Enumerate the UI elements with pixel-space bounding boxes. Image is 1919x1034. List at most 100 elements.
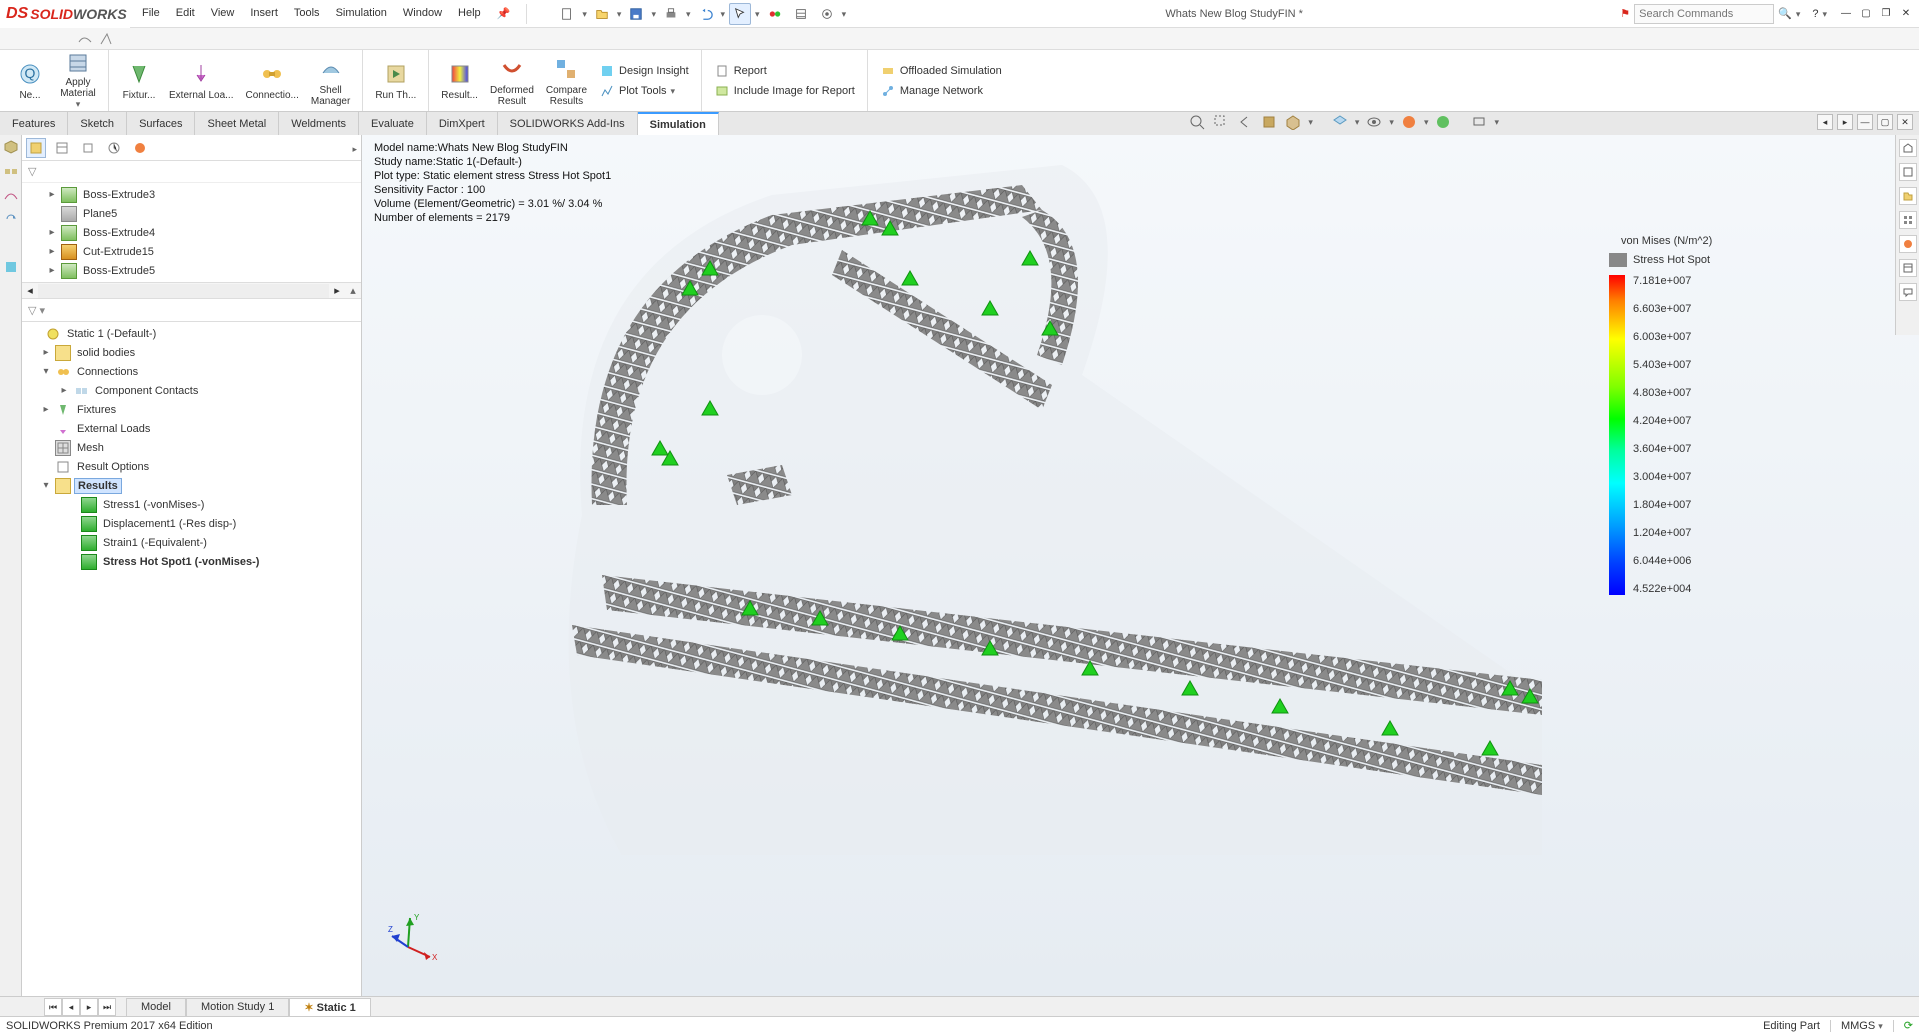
- tab-nav-last-icon[interactable]: ⏭: [98, 998, 116, 1016]
- plot-strain1[interactable]: Strain1 (-Equivalent-): [22, 533, 361, 552]
- hide-show-drop[interactable]: [1389, 116, 1394, 128]
- appearance-icon[interactable]: [1400, 113, 1418, 131]
- print-button[interactable]: [660, 3, 682, 25]
- help-dropdown[interactable]: [1822, 8, 1827, 20]
- bottom-tab-motion-study[interactable]: Motion Study 1: [186, 998, 289, 1016]
- tab-sketch[interactable]: Sketch: [68, 112, 127, 135]
- status-units[interactable]: MMGS: [1841, 1020, 1883, 1032]
- select-dropdown[interactable]: [755, 8, 760, 20]
- menu-simulation[interactable]: Simulation: [336, 7, 387, 20]
- study-result-options[interactable]: Result Options: [22, 457, 361, 476]
- lv-curve-icon[interactable]: [3, 187, 19, 203]
- new-dropdown[interactable]: [582, 8, 587, 20]
- open-dropdown[interactable]: [617, 8, 622, 20]
- fm-horizontal-scroll[interactable]: ◂ ▸ ▴: [22, 282, 361, 298]
- taskpane-custom-props-icon[interactable]: [1899, 259, 1917, 277]
- graphics-viewport[interactable]: Model name:Whats New Blog StudyFIN Study…: [362, 135, 1919, 996]
- view-settings-icon[interactable]: [1470, 113, 1488, 131]
- fm-tab-property-icon[interactable]: [52, 138, 72, 158]
- search-dropdown[interactable]: [1796, 8, 1801, 20]
- run-study-button[interactable]: Run Th...: [369, 52, 422, 109]
- study-mesh[interactable]: Mesh: [22, 438, 361, 457]
- scroll-up-icon[interactable]: ▴: [345, 284, 361, 297]
- select-button[interactable]: [729, 3, 751, 25]
- study-filter-icon[interactable]: ▽ ▾: [28, 304, 45, 317]
- tab-simulation[interactable]: Simulation: [638, 112, 719, 135]
- tab-nav-first-icon[interactable]: ⏮: [44, 998, 62, 1016]
- fm-tab-tree-icon[interactable]: [26, 138, 46, 158]
- apply-material-button[interactable]: Apply Material: [54, 52, 102, 109]
- restore-button[interactable]: ▢: [1857, 5, 1875, 23]
- bottom-tab-model[interactable]: Model: [126, 998, 186, 1016]
- view-orientation-icon[interactable]: [1284, 113, 1302, 131]
- search-flag-icon[interactable]: ⚑: [1620, 7, 1630, 20]
- tree-item[interactable]: ▸Boss-Extrude4: [22, 223, 361, 242]
- taskpane-design-library-icon[interactable]: [1899, 163, 1917, 181]
- line-tool-icon[interactable]: [97, 30, 115, 48]
- study-root[interactable]: Static 1 (-Default-): [22, 324, 361, 343]
- gw-min-icon[interactable]: —: [1857, 114, 1873, 130]
- lv-part-icon[interactable]: [3, 139, 19, 155]
- tab-dimxpert[interactable]: DimXpert: [427, 112, 498, 135]
- menu-edit[interactable]: Edit: [176, 7, 195, 20]
- tree-item[interactable]: Plane5: [22, 204, 361, 223]
- tab-nav-next-icon[interactable]: ▸: [80, 998, 98, 1016]
- undo-dropdown[interactable]: [721, 8, 726, 20]
- lv-sim-icon[interactable]: [3, 259, 19, 275]
- zoom-area-icon[interactable]: [1212, 113, 1230, 131]
- status-rebuild-icon[interactable]: ⟳: [1904, 1019, 1913, 1032]
- zoom-fit-icon[interactable]: [1188, 113, 1206, 131]
- close-button[interactable]: ✕: [1897, 5, 1915, 23]
- search-icon[interactable]: 🔍: [1778, 7, 1792, 20]
- include-image-button[interactable]: Include Image for Report: [714, 83, 855, 99]
- menu-tools[interactable]: Tools: [294, 7, 320, 20]
- plot-displacement1[interactable]: Displacement1 (-Res disp-): [22, 514, 361, 533]
- search-commands-input[interactable]: [1634, 4, 1774, 24]
- view-settings-drop[interactable]: [1494, 116, 1499, 128]
- menu-help[interactable]: Help: [458, 7, 481, 20]
- manage-network-button[interactable]: Manage Network: [880, 83, 1002, 99]
- tree-item[interactable]: ▸Cut-Extrude15: [22, 242, 361, 261]
- open-button[interactable]: [591, 3, 613, 25]
- view-orientation-drop[interactable]: [1308, 116, 1313, 128]
- previous-view-icon[interactable]: [1236, 113, 1254, 131]
- tab-surfaces[interactable]: Surfaces: [127, 112, 195, 135]
- lv-assembly-icon[interactable]: [3, 163, 19, 179]
- tab-evaluate[interactable]: Evaluate: [359, 112, 427, 135]
- fm-flyout-icon[interactable]: [352, 141, 357, 155]
- hide-show-icon[interactable]: [1365, 113, 1383, 131]
- report-button[interactable]: Report: [714, 63, 855, 79]
- save-button[interactable]: [625, 3, 647, 25]
- external-loads-button[interactable]: External Loa...: [163, 52, 239, 109]
- lv-rotate-icon[interactable]: [3, 211, 19, 227]
- scene-icon[interactable]: [1434, 113, 1452, 131]
- bottom-tab-static1[interactable]: ✶ Static 1: [289, 998, 370, 1016]
- menu-insert[interactable]: Insert: [250, 7, 278, 20]
- taskpane-forum-icon[interactable]: [1899, 283, 1917, 301]
- undo-button[interactable]: [695, 3, 717, 25]
- gw-next-icon[interactable]: ▸: [1837, 114, 1853, 130]
- restore-child-button[interactable]: ❐: [1877, 5, 1895, 23]
- study-results-folder[interactable]: ▾Results: [22, 476, 361, 495]
- study-connections[interactable]: ▾Connections: [22, 362, 361, 381]
- deformed-result-button[interactable]: Deformed Result: [484, 52, 540, 109]
- fm-tab-display-icon[interactable]: [130, 138, 150, 158]
- display-style-icon[interactable]: [1331, 113, 1349, 131]
- tab-sheet-metal[interactable]: Sheet Metal: [195, 112, 279, 135]
- gw-close-icon[interactable]: ✕: [1897, 114, 1913, 130]
- appearance-drop[interactable]: [1424, 116, 1429, 128]
- fm-tab-config-icon[interactable]: [78, 138, 98, 158]
- taskpane-home-icon[interactable]: [1899, 139, 1917, 157]
- new-study-button[interactable]: QNe...: [6, 52, 54, 109]
- plot-stress1[interactable]: Stress1 (-vonMises-): [22, 495, 361, 514]
- scroll-left-icon[interactable]: ◂: [22, 283, 38, 299]
- tab-nav-prev-icon[interactable]: ◂: [62, 998, 80, 1016]
- taskpane-file-explorer-icon[interactable]: [1899, 187, 1917, 205]
- study-component-contacts[interactable]: ▸Component Contacts: [22, 381, 361, 400]
- scroll-right-icon[interactable]: ▸: [329, 283, 345, 299]
- connections-button[interactable]: Connectio...: [239, 52, 304, 109]
- options-dropdown[interactable]: [842, 8, 847, 20]
- taskpane-view-palette-icon[interactable]: [1899, 211, 1917, 229]
- study-solid-bodies[interactable]: ▸solid bodies: [22, 343, 361, 362]
- feature-tree[interactable]: ▸Boss-Extrude3 Plane5 ▸Boss-Extrude4 ▸Cu…: [22, 183, 361, 282]
